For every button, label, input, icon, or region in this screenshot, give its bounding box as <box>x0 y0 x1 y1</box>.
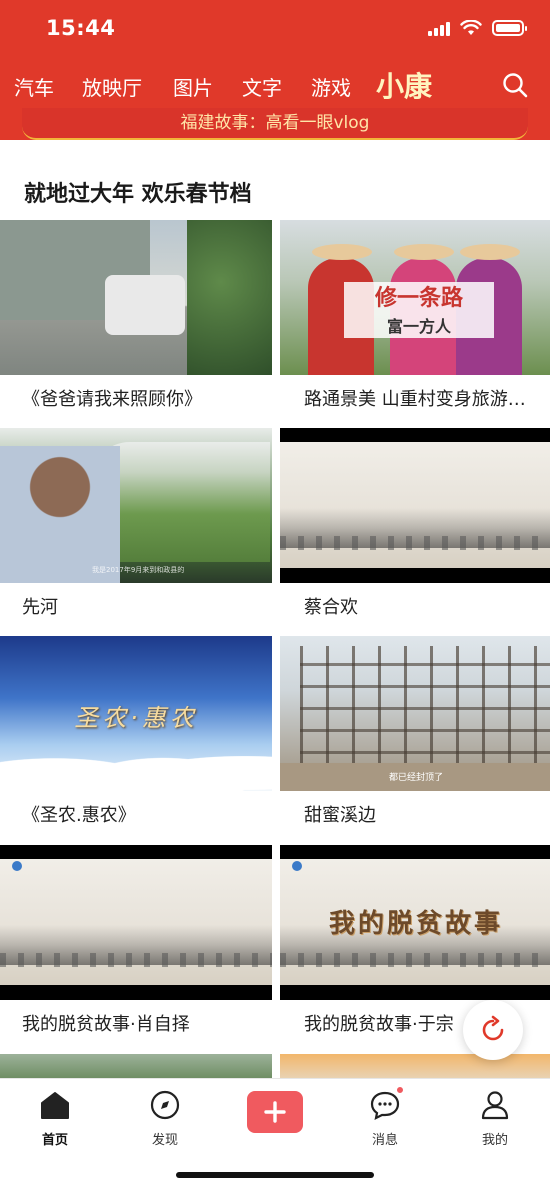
home-indicator <box>176 1172 374 1178</box>
user-icon <box>479 1089 511 1121</box>
video-card[interactable]: 都已经封顶了 甜蜜溪边 <box>280 636 550 844</box>
video-card[interactable]: 《爸爸请我来照顾你》 <box>0 220 272 428</box>
video-title: 《圣农.惠农》 <box>22 805 136 826</box>
promo-banner[interactable]: 福建故事：高看一眼vlog <box>22 108 528 140</box>
video-title: 甜蜜溪边 <box>304 805 376 826</box>
video-thumbnail <box>0 220 272 375</box>
channel-logo <box>292 861 302 871</box>
notification-dot <box>395 1085 405 1095</box>
thumbnail-caption: 圣农·惠农 <box>74 704 198 732</box>
message-icon <box>369 1085 405 1121</box>
wifi-icon <box>460 20 482 35</box>
video-thumbnail: 我是2017年9月来到和政县的 <box>0 428 272 583</box>
video-thumbnail: 修一条路 富一方人 <box>280 220 550 375</box>
video-card[interactable]: 圣农·惠农 《圣农.惠农》 <box>0 636 272 844</box>
search-icon[interactable] <box>502 72 528 98</box>
video-card[interactable]: 修一条路 富一方人 路通景美 山重村变身旅游… <box>280 220 550 428</box>
video-thumbnail <box>0 845 272 1000</box>
video-thumbnail <box>0 1054 272 1078</box>
tab-home[interactable]: 首页 <box>15 1089 95 1148</box>
section-title: 就地过大年 欢乐春节档 <box>24 182 252 207</box>
video-subtitle: 都已经封顶了 <box>388 773 443 783</box>
video-card[interactable]: 我的脱贫故事·肖自择 <box>0 845 272 1053</box>
compass-icon <box>149 1089 181 1121</box>
video-thumbnail: 我的脱贫故事 <box>280 845 550 1000</box>
video-title: 路通景美 山重村变身旅游… <box>304 389 526 410</box>
promo-banner-text: 福建故事：高看一眼vlog <box>180 113 370 133</box>
tab-label: 我的 <box>481 1133 508 1148</box>
thumbnail-caption: 修一条路 <box>374 286 463 311</box>
nav-tab-pictures[interactable]: 图片 <box>173 72 213 101</box>
nav-tab-games[interactable]: 游戏 <box>311 72 351 101</box>
video-title: 我的脱贫故事·肖自择 <box>22 1014 190 1035</box>
tab-discover[interactable]: 发现 <box>125 1089 205 1148</box>
nav-tab-text[interactable]: 文字 <box>242 72 282 101</box>
video-card[interactable]: 我是2017年9月来到和政县的 先河 <box>0 428 272 636</box>
video-thumbnail <box>280 1054 550 1078</box>
nav-tab-xiaokang[interactable]: 小康 <box>376 65 432 105</box>
video-title: 蔡合欢 <box>304 597 358 618</box>
channel-nav: 汽车 放映厅 图片 文字 游戏 小康 <box>0 62 550 108</box>
thumbnail-caption: 我的脱贫故事 <box>328 909 503 939</box>
nav-tab-car[interactable]: 汽车 <box>14 72 54 101</box>
tab-label: 消息 <box>371 1133 398 1148</box>
video-card[interactable]: 蔡合欢 <box>280 428 550 636</box>
video-thumbnail <box>280 428 550 583</box>
tab-label: 发现 <box>151 1133 178 1148</box>
thumbnail-caption: 富一方人 <box>386 317 451 336</box>
refresh-icon <box>482 1015 504 1041</box>
tab-profile[interactable]: 我的 <box>455 1089 535 1148</box>
tab-label: 首页 <box>41 1133 68 1148</box>
home-icon <box>39 1089 71 1121</box>
channel-logo <box>12 861 22 871</box>
tab-messages[interactable]: 消息 <box>345 1085 425 1148</box>
add-button[interactable] <box>247 1091 303 1133</box>
video-title: 先河 <box>22 597 58 618</box>
video-card[interactable] <box>280 1054 550 1078</box>
video-thumbnail: 圣农·惠农 <box>0 636 272 791</box>
status-icons <box>428 20 527 36</box>
refresh-button[interactable] <box>463 1000 523 1060</box>
video-title: 《爸爸请我来照顾你》 <box>22 389 202 410</box>
battery-icon <box>492 20 527 36</box>
status-time: 15:44 <box>46 16 116 40</box>
signal-icon <box>428 20 450 36</box>
video-thumbnail: 都已经封顶了 <box>280 636 550 791</box>
video-card[interactable] <box>0 1054 272 1078</box>
video-subtitle: 我是2017年9月来到和政县的 <box>92 566 185 574</box>
nav-tab-theater[interactable]: 放映厅 <box>82 72 142 101</box>
status-bar: 15:44 <box>0 0 550 60</box>
plus-icon <box>264 1101 286 1123</box>
